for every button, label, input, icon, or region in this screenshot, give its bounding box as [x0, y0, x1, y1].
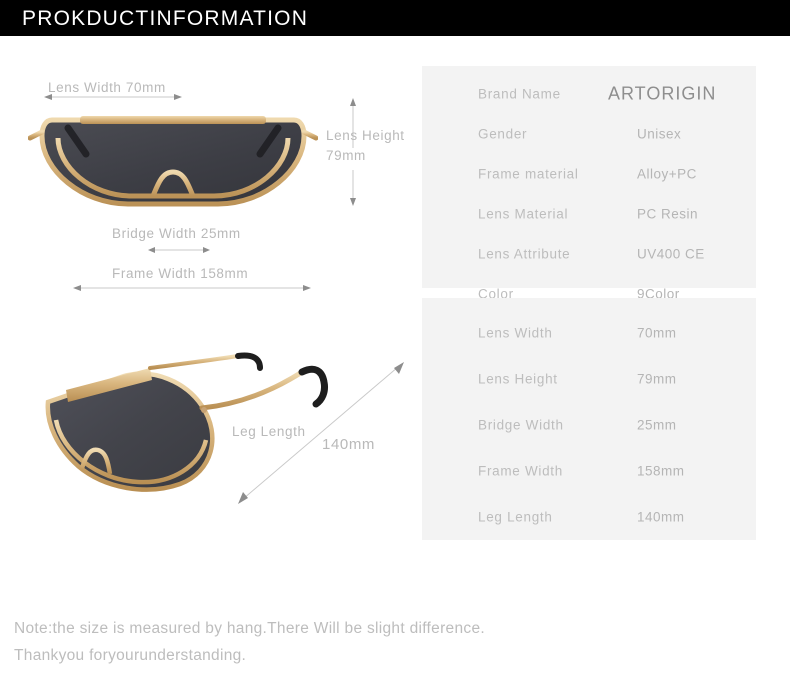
dimension-label-lens-height-line2: 79mm	[326, 148, 366, 163]
spec-row: Gender Unisex	[422, 114, 756, 154]
product-illustration-column: Lens Width 70mm Lens Height 79mm Bridge …	[0, 36, 420, 596]
spec-label-lens-material: Lens Material	[478, 206, 569, 222]
dimension-label-bridge-width: Bridge Width 25mm	[112, 226, 241, 241]
spec-label-frame-width: Frame Width	[478, 463, 563, 479]
table-row: Frame Width 158mm	[422, 448, 756, 494]
spec-value-gender: Unisex	[637, 126, 682, 142]
page-title: PROKDUCTINFORMATION	[22, 7, 309, 30]
spec-value-lens-material: PC Resin	[637, 206, 699, 222]
spec-value-frame-width: 158mm	[637, 463, 685, 479]
spec-row: Lens Material PC Resin	[422, 194, 756, 234]
dimension-label-leg-length-line1: Leg Length	[232, 424, 306, 439]
dimension-arrow-bridge-width	[148, 247, 210, 253]
spec-label-lens-height: Lens Height	[478, 371, 558, 387]
spec-label-brand-name: Brand Name	[478, 86, 561, 102]
spec-label-bridge-width: Bridge Width	[478, 417, 564, 433]
spec-panel-primary: Brand Name ARTORIGIN Gender Unisex Frame…	[422, 66, 756, 302]
footer-note-line1: Note:the size is measured by hang.There …	[14, 620, 485, 637]
dimension-label-lens-height-line1: Lens Height	[326, 128, 405, 143]
dimension-arrow-lens-width	[44, 94, 182, 100]
dimension-arrow-frame-width	[73, 285, 311, 291]
spec-value-frame-material: Alloy+PC	[637, 166, 697, 182]
spec-value-brand-name: ARTORIGIN	[608, 83, 717, 104]
spec-label-lens-attribute: Lens Attribute	[478, 246, 571, 262]
spec-value-leg-length: 140mm	[637, 509, 685, 525]
spec-row: Frame material Alloy+PC	[422, 154, 756, 194]
spec-value-lens-width: 70mm	[637, 325, 677, 341]
spec-label-lens-width: Lens Width	[478, 325, 553, 341]
table-row: Lens Width 70mm	[422, 310, 756, 356]
spec-label-frame-material: Frame material	[478, 166, 579, 182]
spec-label-leg-length: Leg Length	[478, 509, 553, 525]
dimension-label-frame-width: Frame Width 158mm	[112, 266, 249, 281]
page-header-bar: PROKDUCTINFORMATION	[0, 0, 790, 36]
table-row: Leg Length 140mm	[422, 494, 756, 540]
footer-note-line2: Thankyou foryourunderstanding.	[14, 647, 247, 664]
spec-value-lens-attribute: UV400 CE	[637, 246, 705, 262]
dimension-arrow-lens-height-lower	[350, 170, 356, 206]
dimension-label-leg-length-line2: 140mm	[322, 436, 376, 453]
table-row: Bridge Width 25mm	[422, 402, 756, 448]
spec-panel-measurements: Lens Width 70mm Lens Height 79mm Bridge …	[422, 298, 756, 540]
footer-note: Note:the size is measured by hang.There …	[14, 615, 754, 669]
spec-row: Lens Attribute UV400 CE	[422, 234, 756, 274]
spec-row: Brand Name ARTORIGIN	[422, 74, 756, 114]
spec-value-bridge-width: 25mm	[637, 417, 677, 433]
spec-value-lens-height: 79mm	[637, 371, 677, 387]
table-row: Lens Height 79mm	[422, 356, 756, 402]
sunglasses-front-view	[28, 116, 318, 207]
spec-label-gender: Gender	[478, 126, 528, 142]
